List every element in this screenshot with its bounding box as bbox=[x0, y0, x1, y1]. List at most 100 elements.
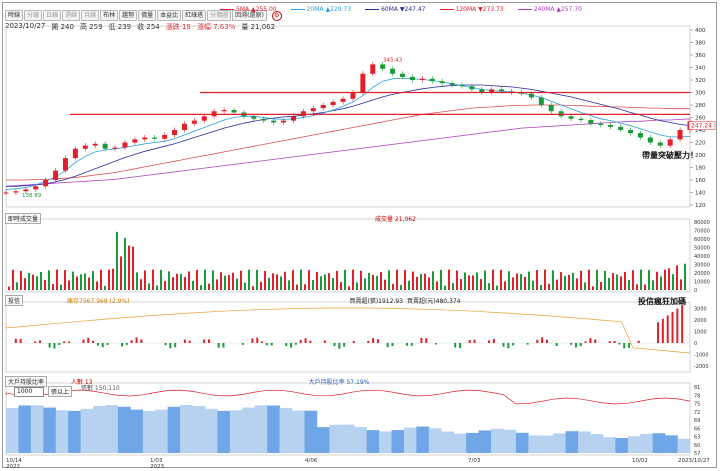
candle-body bbox=[172, 130, 178, 135]
candle-body bbox=[499, 89, 505, 92]
holders-bar bbox=[640, 433, 653, 453]
volume-selector[interactable]: 即時成交量 bbox=[5, 213, 42, 224]
high-price-mark: 345.43 bbox=[383, 57, 403, 63]
candle-body bbox=[390, 68, 396, 74]
volume-bar bbox=[532, 280, 534, 290]
holders-bar bbox=[93, 406, 106, 453]
candle-body bbox=[310, 108, 316, 112]
volume-bar bbox=[16, 282, 18, 290]
candle-body bbox=[548, 105, 554, 112]
candle-body bbox=[13, 191, 19, 193]
holders-legend-shares: 張數 150,110 bbox=[81, 385, 120, 392]
volume-bar bbox=[616, 274, 618, 290]
volume-bar bbox=[120, 256, 122, 290]
invest-bar bbox=[343, 343, 346, 347]
volume-bar bbox=[408, 280, 410, 290]
holders-bar bbox=[503, 429, 517, 453]
holders-bar bbox=[366, 430, 380, 453]
holders-bar bbox=[428, 428, 442, 453]
price-y-tick-label: 400 bbox=[695, 28, 706, 34]
volume-bar bbox=[68, 280, 70, 290]
holders-count-line bbox=[5, 389, 691, 405]
price-y-tick-label: 180 bbox=[695, 166, 706, 172]
candle-body bbox=[122, 142, 128, 148]
invest-bar bbox=[579, 343, 582, 347]
invest-selector[interactable]: 投信 bbox=[5, 295, 24, 306]
volume-bar bbox=[368, 272, 370, 290]
holders-bar bbox=[341, 424, 355, 453]
volume-bar bbox=[296, 284, 298, 290]
ma120-line bbox=[6, 104, 690, 181]
volume-bar bbox=[320, 276, 322, 290]
candle-body bbox=[608, 125, 614, 127]
volume-bar bbox=[664, 269, 666, 290]
volume-bar bbox=[660, 276, 662, 290]
price-y-tick-label: 320 bbox=[695, 78, 706, 84]
volume-bar bbox=[332, 278, 334, 290]
price-y-tick-label: 120 bbox=[695, 203, 706, 209]
candle-body bbox=[62, 158, 68, 171]
holders-bar bbox=[391, 430, 405, 453]
candle-body bbox=[628, 130, 634, 134]
candle-body bbox=[271, 120, 277, 123]
volume-bar bbox=[464, 272, 466, 290]
invest-bar bbox=[512, 343, 515, 346]
volume-bar bbox=[264, 271, 266, 290]
holders-bar bbox=[267, 405, 280, 453]
candle-body bbox=[370, 64, 376, 74]
volume-bar bbox=[280, 276, 282, 290]
candle-body bbox=[409, 76, 415, 80]
holders-bar bbox=[379, 431, 392, 453]
volume-y-tick-label: 0 bbox=[694, 288, 697, 294]
volume-bar bbox=[240, 270, 242, 290]
price-y-tick-label: 300 bbox=[695, 91, 706, 97]
volume-bar bbox=[104, 285, 106, 290]
volume-bar bbox=[172, 277, 174, 290]
invest-bar bbox=[671, 311, 674, 343]
invest-bar bbox=[19, 338, 22, 343]
volume-bar bbox=[496, 285, 498, 290]
invest-bar bbox=[183, 339, 186, 343]
last-price-label: 247.24 bbox=[691, 123, 712, 130]
candle-body bbox=[290, 116, 296, 121]
invest-bar bbox=[87, 337, 90, 343]
volume-bar bbox=[488, 283, 490, 290]
volume-bar bbox=[132, 246, 134, 290]
holders-threshold-select[interactable]: 1000 bbox=[14, 386, 44, 397]
volume-bar bbox=[144, 270, 146, 290]
volume-bar bbox=[352, 269, 354, 290]
invest-bar bbox=[261, 341, 264, 343]
volume-y-tick-label: 20000 bbox=[694, 271, 710, 277]
volume-bar bbox=[80, 274, 82, 290]
invest-bar bbox=[386, 343, 389, 348]
volume-bar bbox=[212, 270, 214, 290]
volume-bar bbox=[680, 279, 682, 290]
candle-body bbox=[221, 110, 227, 112]
volume-y-tick-label: 30000 bbox=[694, 263, 710, 269]
volume-bar bbox=[520, 274, 522, 290]
holders-legend-ratio: 大戶持股比率 57.19% bbox=[308, 379, 370, 386]
invest-bar bbox=[681, 305, 684, 343]
volume-bar bbox=[76, 276, 78, 290]
holders-unit-button[interactable]: 張以上 bbox=[48, 386, 73, 397]
volume-y-tick-label: 80000 bbox=[694, 220, 710, 226]
holders-y-tick-label: 72 bbox=[694, 410, 700, 416]
invest-bar bbox=[285, 343, 288, 347]
volume-bar bbox=[276, 274, 278, 290]
invest-bar bbox=[265, 343, 268, 346]
volume-bar bbox=[44, 279, 46, 290]
invest-bar bbox=[82, 339, 85, 343]
invest-bar bbox=[96, 343, 99, 346]
candle-body bbox=[637, 133, 643, 138]
x-axis-label: 7/03 bbox=[468, 458, 481, 464]
volume-bar bbox=[500, 269, 502, 290]
volume-bar bbox=[512, 277, 514, 290]
volume-bar bbox=[148, 283, 150, 290]
candle-body bbox=[43, 180, 49, 187]
volume-bar bbox=[528, 271, 530, 290]
holders-y-tick-label: 57 bbox=[694, 451, 700, 457]
holders-bar bbox=[279, 408, 293, 453]
volume-bar bbox=[56, 269, 58, 290]
volume-bar bbox=[556, 279, 558, 290]
volume-bar bbox=[540, 284, 542, 290]
